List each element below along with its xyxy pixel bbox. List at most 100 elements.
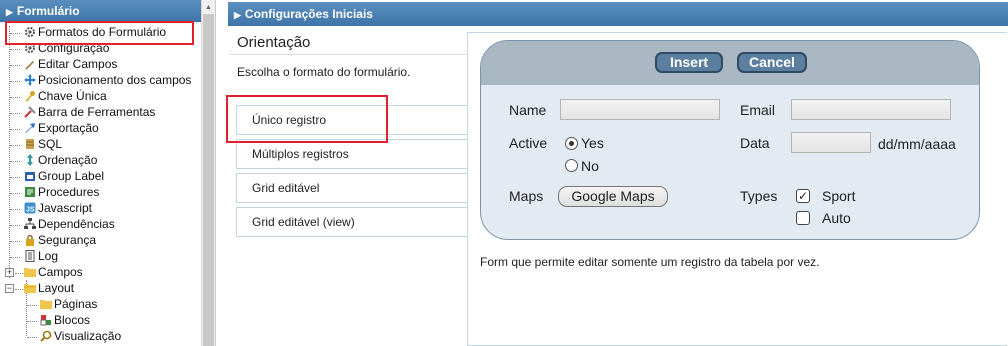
tree-item-sql[interactable]: SQL — [24, 136, 62, 152]
tree-item-label: SQL — [38, 137, 63, 151]
tree-item-editar-campos[interactable]: Editar Campos — [24, 56, 117, 72]
tree-item-label: Posicionamento dos campos — [38, 73, 192, 87]
no-label: No — [581, 158, 599, 174]
dependencies-icon — [24, 218, 36, 230]
cancel-button[interactable]: Cancel — [737, 52, 807, 73]
folder-icon — [40, 298, 52, 310]
option-label: Grid editável (view) — [252, 215, 355, 229]
tree-item-ordenacao[interactable]: Ordenação — [24, 152, 97, 168]
tree-item-posicionamento[interactable]: Posicionamento dos campos — [24, 72, 191, 88]
tree-item-group-label[interactable]: Group Label — [24, 168, 104, 184]
blocks-icon — [40, 314, 52, 326]
lock-icon — [24, 234, 36, 246]
highlight-box — [5, 21, 194, 45]
sport-label: Sport — [822, 188, 856, 204]
tree-item-label: Páginas — [54, 297, 98, 311]
tree-item-layout[interactable]: Layout — [24, 280, 74, 296]
option-grid-editavel-view[interactable]: Grid editável (view) — [236, 207, 468, 237]
scrollbar-thumb[interactable] — [203, 14, 214, 346]
tree-item-campos[interactable]: Campos — [24, 264, 83, 280]
google-maps-button[interactable]: Google Maps — [558, 186, 668, 207]
main-title: Configurações Iniciais — [244, 7, 373, 21]
folder-icon — [24, 282, 36, 294]
orientation-description: Escolha o formato do formulário. — [237, 65, 411, 79]
yes-label: Yes — [581, 135, 604, 151]
tree-item-label: Editar Campos — [38, 57, 118, 71]
expand-icon[interactable]: + — [5, 268, 14, 277]
tree-item-label: Exportação — [38, 121, 99, 135]
log-icon — [24, 250, 36, 262]
active-no-radio[interactable] — [565, 159, 578, 172]
tree-item-label: Javascript — [38, 201, 93, 215]
magnifier-icon — [40, 330, 52, 342]
auto-checkbox[interactable] — [796, 211, 810, 225]
tree-item-label: Chave Única — [38, 89, 107, 103]
key-icon — [24, 90, 36, 102]
sidebar-header[interactable]: ▶ Formulário — [0, 0, 215, 22]
collapse-arrow-icon[interactable]: ▶ — [234, 10, 241, 20]
tree-item-label: Blocos — [54, 313, 91, 327]
highlight-box — [226, 95, 388, 143]
sport-checkbox[interactable]: ✓ — [796, 189, 810, 203]
tree-item-label: Layout — [38, 281, 75, 295]
sidebar-title: Formulário — [16, 4, 80, 18]
tree-item-label: Log — [38, 249, 59, 263]
procedures-icon — [24, 186, 36, 198]
tree-item-procedures[interactable]: Procedures — [24, 184, 99, 200]
types-label: Types — [740, 188, 778, 204]
orientation-title: Orientação — [237, 34, 311, 51]
sidebar: ▶ Formulário Formatos do Formulário Confi… — [0, 0, 216, 346]
email-input[interactable] — [791, 99, 951, 120]
option-grid-editavel[interactable]: Grid editável — [236, 173, 468, 203]
active-label: Active — [509, 135, 548, 151]
tree-item-label: Group Label — [38, 169, 105, 183]
tree-item-dependencias[interactable]: Dependências — [24, 216, 115, 232]
tree-item-label: Visualização — [54, 329, 122, 343]
tree-item-visualizacao[interactable]: Visualização — [40, 328, 121, 344]
tree-item-label: Procedures — [38, 185, 100, 199]
collapse-arrow-icon[interactable]: ▶ — [6, 7, 13, 17]
main-header[interactable]: ▶ Configurações Iniciais — [228, 2, 1008, 26]
tree-item-javascript[interactable]: JS Javascript — [24, 200, 92, 216]
tree-item-exportacao[interactable]: Exportação — [24, 120, 99, 136]
sort-icon — [24, 154, 36, 166]
data-label: Data — [740, 135, 770, 151]
divider — [229, 54, 469, 55]
tree-item-label: Dependências — [38, 217, 115, 231]
folder-icon — [24, 266, 36, 278]
sidebar-scrollbar[interactable]: ▲ — [201, 0, 215, 346]
collapse-icon[interactable]: − — [5, 284, 14, 293]
form-toolbar — [481, 41, 979, 85]
pencil-icon — [24, 58, 36, 70]
svg-text:JS: JS — [26, 207, 35, 214]
name-input[interactable] — [560, 99, 720, 120]
tools-icon — [24, 106, 36, 118]
option-multiplos-registros[interactable]: Múltiplos registros — [236, 139, 468, 169]
tree-item-label: Segurança — [38, 233, 97, 247]
export-icon — [24, 122, 36, 134]
email-label: Email — [740, 102, 776, 118]
tree-view: Formatos do Formulário Configuração Edit… — [0, 22, 202, 346]
name-label: Name — [509, 102, 547, 118]
group-label-icon — [24, 170, 36, 182]
tree-item-log[interactable]: Log — [24, 248, 58, 264]
tree-item-label: Barra de Ferramentas — [38, 105, 156, 119]
format-description: Form que permite editar somente um regis… — [480, 255, 820, 269]
active-yes-radio[interactable] — [565, 137, 578, 150]
maps-label: Maps — [509, 188, 544, 204]
auto-label: Auto — [822, 210, 851, 226]
insert-button[interactable]: Insert — [655, 52, 723, 73]
tree-item-seguranca[interactable]: Segurança — [24, 232, 96, 248]
date-input[interactable] — [791, 132, 871, 153]
tree-item-chave-unica[interactable]: Chave Única — [24, 88, 107, 104]
scroll-up-icon[interactable]: ▲ — [205, 4, 212, 11]
date-format-hint: dd/mm/aaaa — [878, 136, 956, 152]
tree-item-label: Ordenação — [38, 153, 98, 167]
form-preview-card: Insert Cancel Name Email Active Yes No D… — [480, 40, 980, 240]
move-icon — [24, 74, 36, 86]
tree-item-barra-ferramentas[interactable]: Barra de Ferramentas — [24, 104, 155, 120]
database-icon — [24, 138, 36, 150]
tree-item-blocos[interactable]: Blocos — [40, 312, 90, 328]
tree-item-label: Campos — [38, 265, 83, 279]
tree-item-paginas[interactable]: Páginas — [40, 296, 97, 312]
